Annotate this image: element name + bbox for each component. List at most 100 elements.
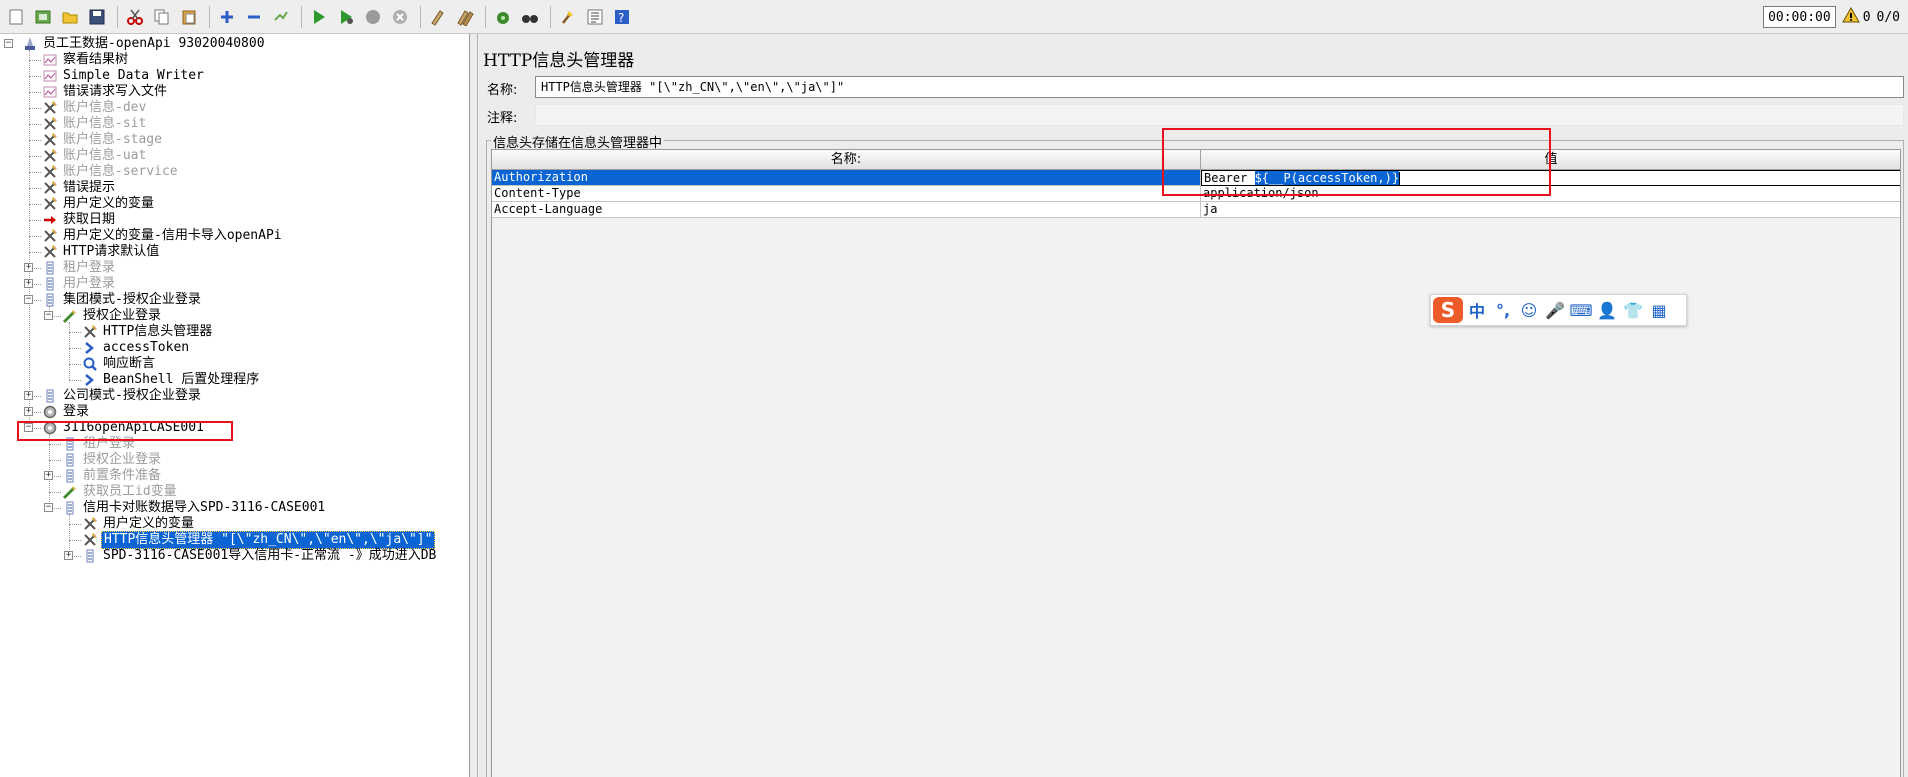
search-button[interactable] bbox=[491, 5, 515, 29]
tree-node[interactable]: 授权企业登录 bbox=[62, 308, 163, 324]
tree-node[interactable]: 授权企业登录 bbox=[62, 452, 163, 468]
collapse-button[interactable] bbox=[242, 5, 266, 29]
toggle-button[interactable] bbox=[269, 5, 293, 29]
header-name-cell[interactable]: Content-Type bbox=[492, 186, 1201, 202]
thread-count: 0/0 bbox=[1876, 9, 1900, 25]
comment-field[interactable] bbox=[535, 104, 1904, 126]
new-button[interactable] bbox=[4, 5, 28, 29]
tree-node[interactable]: 账户信息-dev bbox=[42, 100, 148, 116]
testplan-icon bbox=[22, 36, 38, 52]
toolbox-icon[interactable]: ▦ bbox=[1647, 298, 1671, 322]
expand-toggle[interactable]: + bbox=[44, 471, 53, 480]
expand-toggle[interactable]: + bbox=[24, 407, 33, 416]
tree-node[interactable]: 账户信息-stage bbox=[42, 132, 164, 148]
sogou-logo-icon[interactable]: S bbox=[1433, 297, 1463, 323]
tree-node-label: 错误提示 bbox=[63, 180, 116, 195]
collapse-toggle[interactable]: − bbox=[24, 295, 33, 304]
function-helper-button[interactable] bbox=[556, 5, 580, 29]
tree-node[interactable]: 公司模式-授权企业登录 bbox=[42, 388, 203, 404]
tree-node-label: HTTP请求默认值 bbox=[63, 244, 160, 259]
chinese-mode-icon[interactable]: 中 bbox=[1465, 298, 1489, 322]
shutdown-button[interactable] bbox=[388, 5, 412, 29]
config-icon bbox=[42, 164, 58, 180]
collapse-toggle[interactable]: − bbox=[44, 311, 53, 320]
start-button[interactable] bbox=[307, 5, 331, 29]
tree-connector bbox=[49, 492, 61, 493]
controller-icon bbox=[42, 388, 58, 404]
tree-node[interactable]: HTTP信息头管理器 bbox=[82, 324, 214, 340]
user-icon[interactable]: 👤 bbox=[1595, 298, 1619, 322]
ime-toolbar[interactable]: S 中 °, ☺ 🎤 ⌨ 👤 👕 ▦ bbox=[1430, 294, 1687, 326]
header-name-cell[interactable]: Authorization bbox=[492, 170, 1201, 186]
tree-node-label: 获取员工id变量 bbox=[83, 484, 177, 499]
tree-node[interactable]: 员工王数据-openApi 93020040800 bbox=[22, 36, 267, 52]
expand-toggle[interactable]: + bbox=[24, 279, 33, 288]
tree-node[interactable]: 察看结果树 bbox=[42, 52, 130, 68]
toolbar-separator bbox=[117, 5, 118, 28]
start-no-pauses-button[interactable] bbox=[334, 5, 358, 29]
clear-all-button[interactable] bbox=[453, 5, 477, 29]
tree-node[interactable]: 用户定义的变量-信用卡导入openAPi bbox=[42, 228, 284, 244]
expand-toggle[interactable]: + bbox=[64, 551, 73, 560]
name-field[interactable]: HTTP信息头管理器 "[\"zh_CN\",\"en\",\"ja\"]" bbox=[535, 76, 1904, 98]
emoji-icon[interactable]: ☺ bbox=[1517, 298, 1541, 322]
save-button[interactable] bbox=[85, 5, 109, 29]
svg-text:?: ? bbox=[618, 11, 624, 25]
stop-button[interactable] bbox=[361, 5, 385, 29]
split-pane-divider[interactable] bbox=[470, 34, 478, 777]
tree-node[interactable]: 信用卡对账数据导入SPD-3116-CASE001 bbox=[62, 500, 327, 516]
tree-connector bbox=[69, 348, 81, 349]
tree-node-label: 获取日期 bbox=[63, 212, 116, 227]
tree-node[interactable]: BeanShell 后置处理程序 bbox=[82, 372, 261, 388]
annotation-box-tree-node bbox=[17, 421, 233, 441]
table-row[interactable]: Accept-Language ja bbox=[492, 202, 1900, 218]
remote-button[interactable]: ? bbox=[610, 5, 634, 29]
templates-button[interactable] bbox=[31, 5, 55, 29]
tree-node[interactable]: 租户登录 bbox=[42, 260, 117, 276]
tree-node-label: 账户信息-dev bbox=[63, 100, 147, 115]
tree-node[interactable]: accessToken bbox=[82, 340, 191, 356]
tree-node[interactable]: 集团模式-授权企业登录 bbox=[42, 292, 203, 308]
tree-node[interactable]: 前置条件准备 bbox=[62, 468, 163, 484]
tree-node[interactable]: 获取日期 bbox=[42, 212, 117, 228]
tree-node[interactable]: 错误请求写入文件 bbox=[42, 84, 169, 100]
tree-connector bbox=[29, 188, 41, 189]
tree-node[interactable]: 用户登录 bbox=[42, 276, 117, 292]
tree-node[interactable]: 响应断言 bbox=[82, 356, 157, 372]
cut-button[interactable] bbox=[123, 5, 147, 29]
toolbar-separator bbox=[420, 5, 421, 28]
tree-node-label: 账户信息-uat bbox=[63, 148, 147, 163]
tree-node[interactable]: 获取员工id变量 bbox=[62, 484, 179, 500]
tree-node[interactable]: 登录 bbox=[42, 404, 91, 420]
clear-button[interactable] bbox=[426, 5, 450, 29]
tree-node[interactable]: 账户信息-service bbox=[42, 164, 180, 180]
help-button[interactable] bbox=[583, 5, 607, 29]
tree-node[interactable]: 账户信息-sit bbox=[42, 116, 148, 132]
skin-icon[interactable]: 👕 bbox=[1621, 298, 1645, 322]
tree-node[interactable]: Simple Data Writer bbox=[42, 68, 206, 84]
test-plan-tree[interactable]: − 员工王数据-openApi 93020040800 察看结果树 Simple Da… bbox=[0, 34, 470, 777]
paste-button[interactable] bbox=[177, 5, 201, 29]
microphone-icon[interactable]: 🎤 bbox=[1543, 298, 1567, 322]
header-name-cell[interactable]: Accept-Language bbox=[492, 202, 1201, 218]
column-header-name[interactable]: 名称: bbox=[492, 150, 1201, 170]
tree-node[interactable]: 用户定义的变量 bbox=[82, 516, 196, 532]
keyboard-icon[interactable]: ⌨ bbox=[1569, 298, 1593, 322]
expand-toggle[interactable]: + bbox=[24, 263, 33, 272]
tree-node[interactable]: 错误提示 bbox=[42, 180, 117, 196]
collapse-toggle[interactable]: − bbox=[4, 39, 13, 48]
reset-search-button[interactable] bbox=[518, 5, 542, 29]
warnings-indicator[interactable]: 0 bbox=[1841, 6, 1871, 27]
copy-button[interactable] bbox=[150, 5, 174, 29]
punctuation-icon[interactable]: °, bbox=[1491, 298, 1515, 322]
tree-node[interactable]: HTTP请求默认值 bbox=[42, 244, 161, 260]
tree-node[interactable]: 账户信息-uat bbox=[42, 148, 148, 164]
collapse-toggle[interactable]: − bbox=[44, 503, 53, 512]
expand-button[interactable] bbox=[215, 5, 239, 29]
tree-node[interactable]: HTTP信息头管理器 "[\"zh_CN\",\"en\",\"ja\"]" bbox=[82, 531, 436, 549]
open-button[interactable] bbox=[58, 5, 82, 29]
header-value-cell[interactable]: ja bbox=[1201, 202, 1900, 218]
tree-node[interactable]: SPD-3116-CASE001导入信用卡-正常流 -》成功进入DB bbox=[82, 548, 438, 564]
tree-node[interactable]: 用户定义的变量 bbox=[42, 196, 156, 212]
expand-toggle[interactable]: + bbox=[24, 391, 33, 400]
